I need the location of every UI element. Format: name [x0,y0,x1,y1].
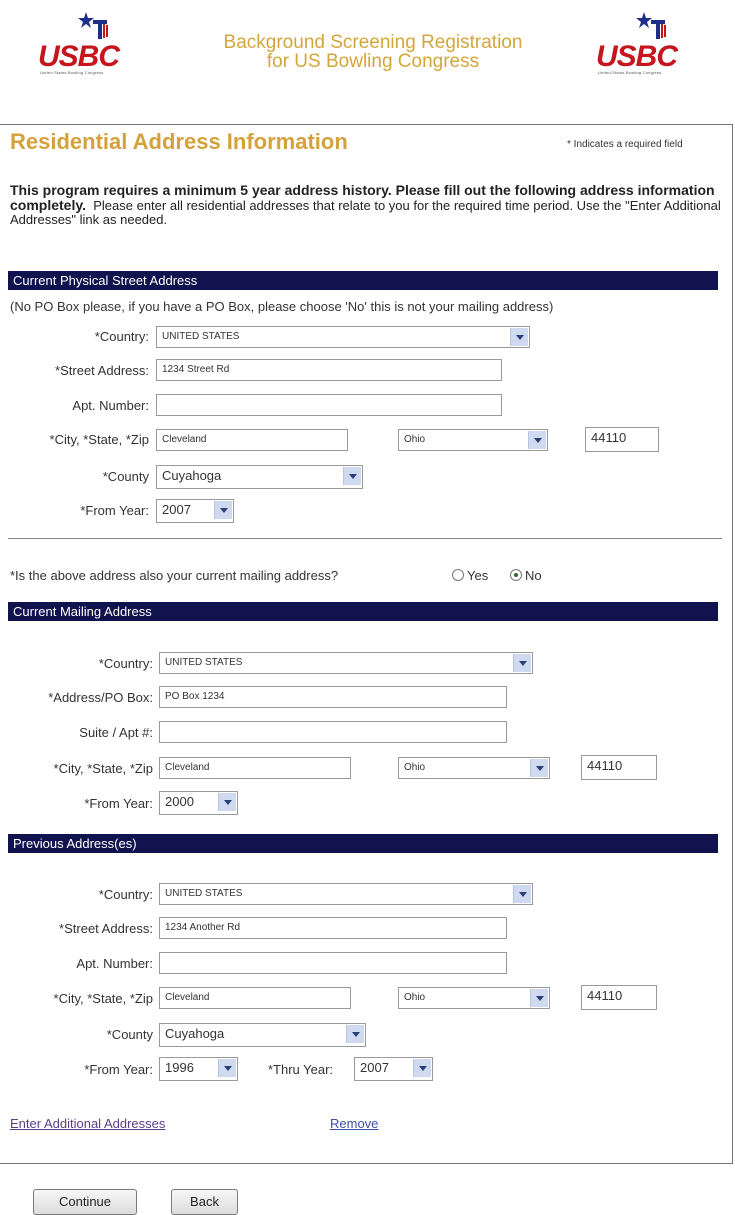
intro-text: This program requires a minimum 5 year a… [10,183,725,227]
previous-from-year-select[interactable]: 1996 [159,1057,238,1081]
mailing-suite-label: Suite / Apt #: [79,725,153,740]
physical-country-label: *Country: [94,329,149,344]
mailing-suite-input[interactable] [159,721,507,743]
mailing-csz-label: *City, *State, *Zip [53,761,153,776]
mailing-zip-input[interactable]: 44110 [581,755,657,780]
previous-zip-input[interactable]: 44110 [581,985,657,1010]
previous-thru-value: 2007 [360,1060,389,1075]
physical-from-label: *From Year: [80,503,149,518]
chevron-down-icon [218,793,236,811]
physical-zip-input[interactable]: 44110 [585,427,659,452]
chevron-down-icon [218,1059,236,1077]
previous-state-value: Ohio [404,992,426,1003]
continue-button[interactable]: Continue [33,1189,137,1215]
required-note: * Indicates a required field [567,139,683,150]
mailing-address-heading: Current Mailing Address [8,602,718,621]
chevron-down-icon [214,501,232,519]
chevron-down-icon [343,467,361,485]
chevron-down-icon [513,654,531,672]
mailing-no-radio[interactable] [510,569,522,581]
mailing-state-value: Ohio [404,762,426,773]
previous-street-input[interactable]: 1234 Another Rd [159,917,507,939]
usbc-logo-left: USBC United States Bowling Congress [38,10,150,76]
physical-from-year-select[interactable]: 2007 [156,499,234,523]
bowler-icon [636,12,666,39]
chevron-down-icon [413,1059,431,1077]
previous-country-value: UNITED STATES [165,888,243,899]
divider [8,538,722,539]
physical-apt-input[interactable] [156,394,502,416]
previous-apt-input[interactable] [159,952,507,974]
logo-tagline: United States Bowling Congress [598,70,662,75]
mailing-question: *Is the above address also your current … [10,568,339,583]
physical-city-input[interactable]: Cleveland [156,429,348,451]
physical-address-heading: Current Physical Street Address [8,271,718,290]
mailing-country-select[interactable]: UNITED STATES [159,652,533,674]
physical-street-label: *Street Address: [55,363,149,378]
previous-street-label: *Street Address: [59,921,153,936]
previous-address-heading: Previous Address(es) [8,834,718,853]
remove-link[interactable]: Remove [330,1116,378,1131]
previous-county-select[interactable]: Cuyahoga [159,1023,366,1047]
previous-state-select[interactable]: Ohio [398,987,550,1009]
header-title-line2: for US Bowling Congress [266,51,480,72]
chevron-down-icon [528,431,546,449]
previous-thru-label: *Thru Year: [268,1062,334,1077]
header-title-line1: Background Screening Registration [223,32,523,53]
physical-country-value: UNITED STATES [162,331,240,342]
mailing-address-input[interactable]: PO Box 1234 [159,686,507,708]
mailing-from-value: 2000 [165,794,194,809]
page-title: Residential Address Information [10,129,348,154]
previous-county-value: Cuyahoga [165,1026,225,1041]
chevron-down-icon [510,328,528,346]
bowler-icon [78,12,108,39]
physical-state-value: Ohio [404,434,426,445]
mailing-from-year-select[interactable]: 2000 [159,791,238,815]
logo-text: USBC [38,40,120,73]
chevron-down-icon [530,989,548,1007]
previous-csz-label: *City, *State, *Zip [53,991,153,1006]
physical-county-value: Cuyahoga [162,468,222,483]
physical-street-input[interactable]: 1234 Street Rd [156,359,502,381]
previous-from-value: 1996 [165,1060,194,1075]
usbc-logo-right: USBC United States Bowling Congress [596,10,708,76]
previous-country-label: *Country: [98,887,153,902]
previous-apt-label: Apt. Number: [76,956,153,971]
logo-text: USBC [596,40,678,73]
previous-country-select[interactable]: UNITED STATES [159,883,533,905]
physical-county-select[interactable]: Cuyahoga [156,465,363,489]
mailing-no-label: No [525,568,542,583]
chevron-down-icon [530,759,548,777]
mailing-state-select[interactable]: Ohio [398,757,550,779]
mailing-yes-label: Yes [467,568,489,583]
physical-state-select[interactable]: Ohio [398,429,548,451]
mailing-country-label: *Country: [98,656,153,671]
physical-apt-label: Apt. Number: [72,398,149,413]
mailing-country-value: UNITED STATES [165,657,243,668]
physical-from-value: 2007 [162,502,191,517]
previous-thru-year-select[interactable]: 2007 [354,1057,433,1081]
enter-additional-addresses-link[interactable]: Enter Additional Addresses [10,1116,165,1131]
mailing-yes-radio[interactable] [452,569,464,581]
mailing-from-label: *From Year: [84,796,153,811]
chevron-down-icon [513,885,531,903]
intro-normal: Please enter all residential addresses t… [10,198,721,227]
mailing-city-input[interactable]: Cleveland [159,757,351,779]
physical-csz-label: *City, *State, *Zip [49,432,149,447]
chevron-down-icon [346,1025,364,1043]
previous-city-input[interactable]: Cleveland [159,987,351,1009]
back-button[interactable]: Back [171,1189,238,1215]
header-title: Background Screening Registration for US… [168,33,578,71]
logo-tagline: United States Bowling Congress [40,70,104,75]
physical-country-select[interactable]: UNITED STATES [156,326,530,348]
previous-from-label: *From Year: [84,1062,153,1077]
physical-county-label: *County [102,469,149,484]
po-box-note: (No PO Box please, if you have a PO Box,… [10,299,554,314]
mailing-address-label: *Address/PO Box: [48,690,153,705]
previous-county-label: *County [106,1027,153,1042]
